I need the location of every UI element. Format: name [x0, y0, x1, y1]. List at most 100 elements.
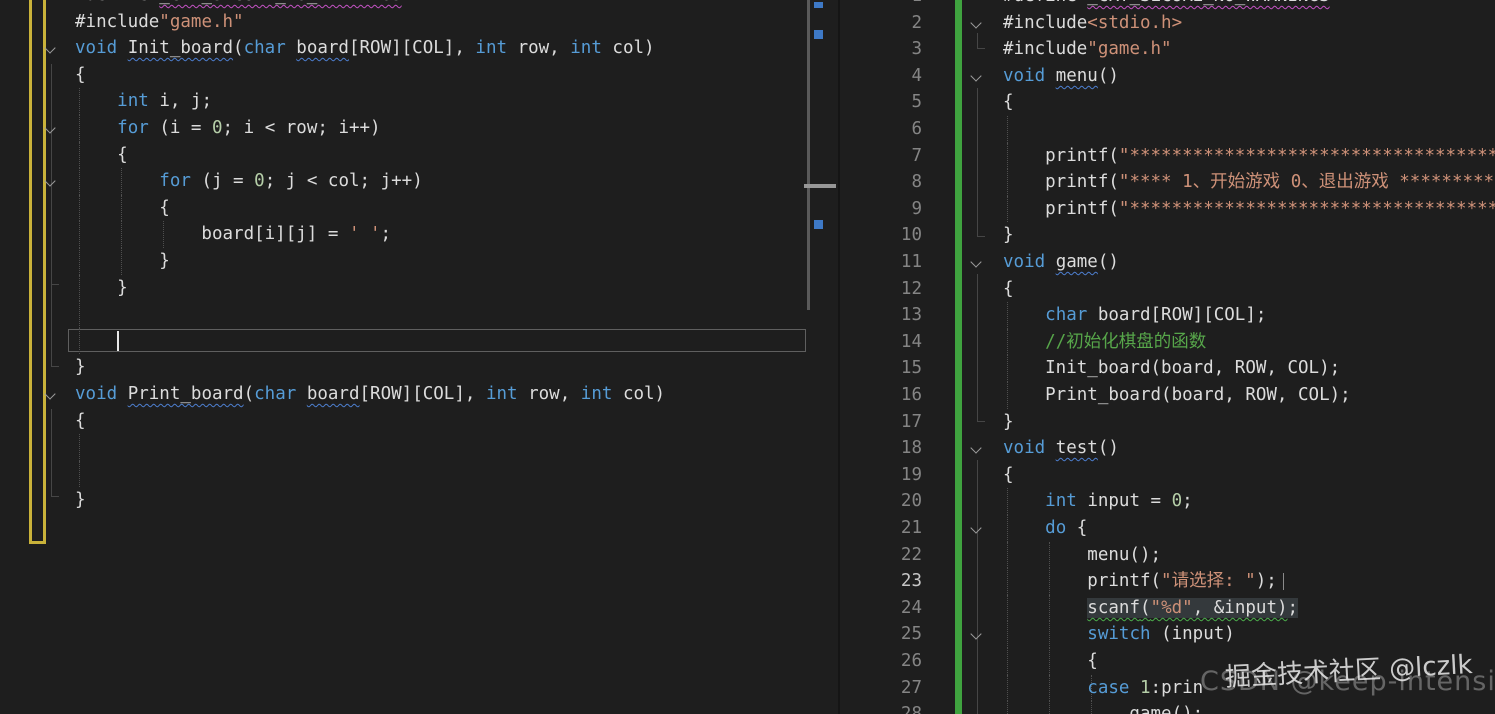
scrollbar[interactable] — [804, 0, 838, 714]
line-number[interactable]: 21 — [870, 515, 922, 542]
code-text: int input = 0; — [1003, 488, 1193, 515]
code-text: } — [75, 354, 86, 381]
code-line[interactable]: 17} — [840, 409, 1495, 436]
chevron-down-icon[interactable] — [971, 524, 981, 534]
line-number[interactable]: 26 — [870, 648, 922, 675]
chevron-down-icon[interactable] — [971, 258, 981, 268]
line-number[interactable]: 1 — [870, 0, 922, 10]
line-number[interactable]: 18 — [870, 435, 922, 462]
code-line[interactable]: { — [0, 62, 838, 89]
line-number[interactable]: 16 — [870, 382, 922, 409]
token: #include — [75, 11, 160, 32]
line-number[interactable]: 19 — [870, 462, 922, 489]
line-number[interactable]: 22 — [870, 542, 922, 569]
code-line[interactable]: 25 switch (input) — [840, 621, 1495, 648]
line-number[interactable]: 4 — [870, 63, 922, 90]
line-number[interactable]: 24 — [870, 595, 922, 622]
code-line[interactable]: 4 void menu() — [840, 63, 1495, 90]
line-number[interactable]: 14 — [870, 329, 922, 356]
line-number[interactable]: 2 — [870, 10, 922, 37]
code-line[interactable]: 5{ — [840, 89, 1495, 116]
code-line[interactable]: for (j = 0; j < col; j++) — [0, 168, 838, 195]
code-line[interactable]: 16 Print_board(board, ROW, COL); — [840, 382, 1495, 409]
code-line[interactable] — [0, 301, 838, 328]
line-number[interactable]: 7 — [870, 143, 922, 170]
code-line[interactable]: 28 game(); — [840, 701, 1495, 714]
code-line[interactable]: board[i][j] = ' '; — [0, 221, 838, 248]
code-line[interactable]: 24 scanf("%d", &input); — [840, 594, 1495, 622]
code-line[interactable]: { — [0, 408, 838, 435]
line-number[interactable]: 10 — [870, 222, 922, 249]
line-number[interactable]: 6 — [870, 116, 922, 143]
code-line[interactable]: 13 char board[ROW][COL]; — [840, 302, 1495, 329]
code-line[interactable]: void Print_board(char board[ROW][COL], i… — [0, 381, 838, 408]
token: } — [1003, 225, 1014, 246]
code-line[interactable]: for (i = 0; i < row; i++) — [0, 115, 838, 142]
code-line[interactable]: } — [0, 274, 838, 302]
line-number[interactable]: 13 — [870, 302, 922, 329]
line-number[interactable]: 11 — [870, 249, 922, 276]
code-line[interactable]: 1 #define _CRT_SECURE_NO_WARNINGS — [840, 0, 1495, 10]
code-line[interactable]: { — [0, 141, 838, 169]
token: () — [1097, 252, 1119, 272]
code-line[interactable]: 19 { — [840, 462, 1495, 489]
chevron-down-icon[interactable] — [45, 124, 55, 134]
chevron-down-icon[interactable] — [45, 390, 55, 400]
code-line[interactable]: #define _CRT_SECURE_NO_WARNINGS — [0, 0, 838, 9]
token: do — [1045, 518, 1077, 538]
code-line[interactable]: 15 Init_board(board, ROW, COL); — [840, 355, 1495, 382]
code-line[interactable]: int i, j; — [0, 88, 838, 115]
code-line[interactable]: 23 printf("请选择: "); — [840, 568, 1495, 595]
line-number[interactable]: 12 — [870, 276, 922, 303]
code-line[interactable]: 10} — [840, 222, 1495, 249]
chevron-down-icon[interactable] — [971, 444, 981, 454]
code-line[interactable]: 21 do { — [840, 515, 1495, 542]
code-text: void Init_board(char board[ROW][COL], in… — [75, 35, 655, 62]
code-line[interactable]: 6 — [840, 116, 1495, 143]
line-number[interactable]: 25 — [870, 621, 922, 648]
token: #include — [1003, 12, 1088, 33]
code-line[interactable]: 12 { — [840, 276, 1495, 303]
code-line[interactable]: 11 void game() — [840, 249, 1495, 276]
code-line[interactable]: 9 printf("******************************… — [840, 195, 1495, 223]
chevron-down-icon[interactable] — [971, 72, 981, 82]
code-line[interactable]: 14 //初始化棋盘的函数 — [840, 328, 1495, 356]
line-number[interactable]: 9 — [870, 196, 922, 223]
scrollbar-slider[interactable] — [804, 184, 836, 188]
line-number[interactable]: 17 — [870, 409, 922, 436]
token: () — [1097, 438, 1119, 459]
editor-pane-right[interactable]: 1 #define _CRT_SECURE_NO_WARNINGS 2 #includ… — [840, 0, 1495, 714]
chevron-down-icon[interactable] — [971, 19, 981, 29]
code-line[interactable]: } — [0, 248, 838, 275]
chevron-down-icon[interactable] — [45, 177, 55, 187]
editor-pane-left[interactable]: #define _CRT_SECURE_NO_WARNINGS#include"… — [0, 0, 838, 714]
line-number[interactable]: 15 — [870, 355, 922, 382]
line-number[interactable]: 28 — [870, 701, 922, 714]
code-line[interactable]: 18 void test() — [840, 435, 1495, 462]
code-text: #include"game.h" — [75, 9, 244, 36]
line-number[interactable]: 3 — [870, 36, 922, 63]
code-line[interactable]: } — [0, 487, 838, 514]
code-line[interactable]: 2 #include<stdio.h> — [840, 10, 1495, 37]
code-line[interactable]: 22 menu(); — [840, 541, 1495, 569]
token: void — [1003, 252, 1056, 272]
line-number[interactable]: 20 — [870, 488, 922, 515]
chevron-down-icon[interactable] — [971, 630, 981, 640]
code-line[interactable]: 7 printf("******************************… — [840, 142, 1495, 170]
code-line[interactable] — [0, 327, 838, 355]
code-line[interactable]: 3 #include"game.h" — [840, 36, 1495, 63]
code-line[interactable]: 20 int input = 0; — [840, 488, 1495, 515]
code-line[interactable]: } — [0, 354, 838, 381]
code-line[interactable]: 8 printf("**** 1、开始游戏 0、退出游戏 ***********… — [840, 169, 1495, 196]
line-number[interactable]: 23 — [870, 568, 922, 595]
line-number[interactable]: 27 — [870, 675, 922, 702]
code-line[interactable] — [0, 460, 838, 488]
chevron-down-icon[interactable] — [45, 44, 55, 54]
code-line[interactable] — [0, 434, 838, 461]
line-number[interactable]: 8 — [870, 169, 922, 196]
code-line[interactable]: #include"game.h" — [0, 9, 838, 36]
code-line[interactable]: { — [0, 194, 838, 222]
scrollbar-thumb[interactable] — [807, 0, 810, 310]
code-line[interactable]: void Init_board(char board[ROW][COL], in… — [0, 35, 838, 62]
line-number[interactable]: 5 — [870, 89, 922, 116]
